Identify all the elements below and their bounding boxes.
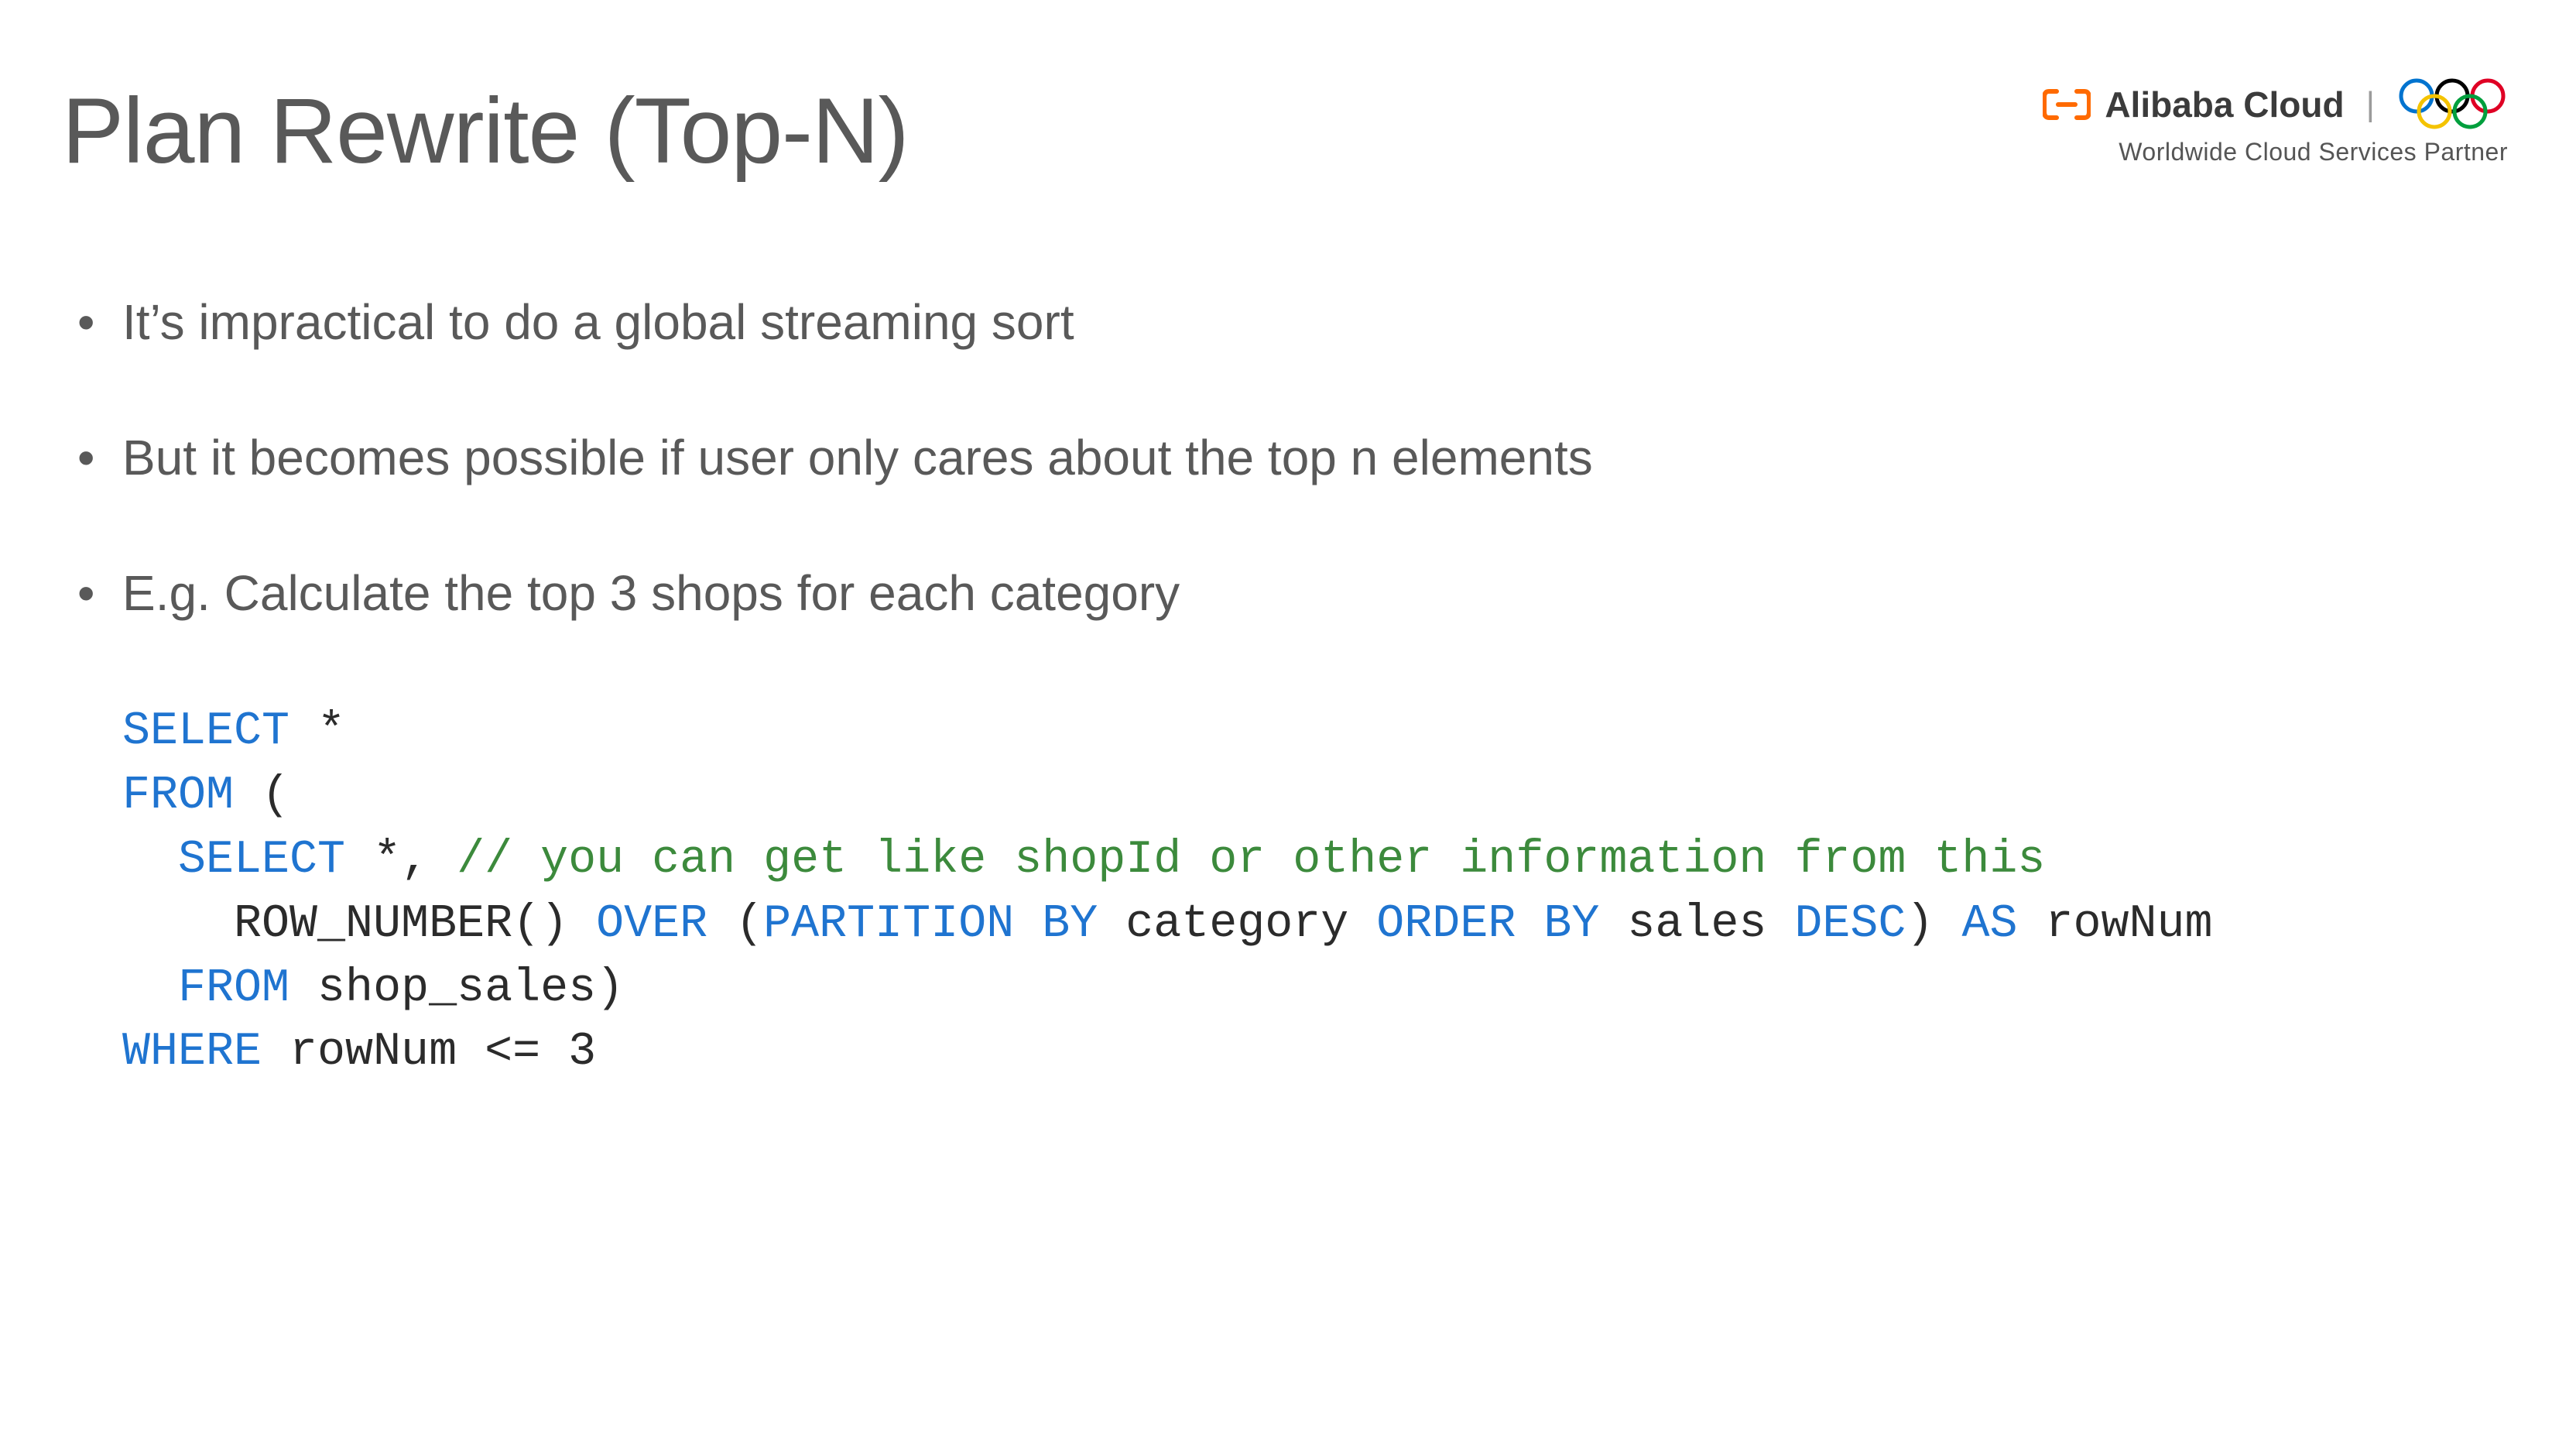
bullet-list: It’s impractical to do a global streamin… (62, 293, 2514, 622)
code-text: *, (345, 834, 457, 887)
code-text: ) (1906, 898, 1961, 951)
slide: Alibaba Cloud | Worldwide Cloud Services… (0, 0, 2576, 1437)
code-text: shop_sales) (289, 962, 624, 1015)
code-text: sales (1599, 898, 1794, 951)
code-keyword: ORDER BY (1376, 898, 1599, 951)
code-keyword: OVER (596, 898, 707, 951)
brand-logo: Alibaba Cloud | (2043, 77, 2508, 132)
code-text: ( (234, 770, 289, 822)
code-keyword: WHERE (122, 1026, 262, 1079)
brand-separator: | (2366, 85, 2375, 124)
code-text (122, 834, 178, 887)
code-text: rowNum <= 3 (262, 1026, 596, 1079)
brand-tagline: Worldwide Cloud Services Partner (2119, 138, 2508, 166)
code-text: rowNum (2017, 898, 2212, 951)
code-text: ROW_NUMBER() (122, 898, 596, 951)
code-text: category (1098, 898, 1376, 951)
code-keyword: FROM (178, 962, 289, 1015)
code-text: * (289, 705, 345, 758)
bullet-item: E.g. Calculate the top 3 shops for each … (62, 564, 2514, 623)
bullet-item: But it becomes possible if user only car… (62, 428, 2514, 488)
brand-name: Alibaba Cloud (2105, 84, 2344, 125)
sql-code-block: SELECT * FROM ( SELECT *, // you can get… (122, 700, 2514, 1085)
code-comment: // you can get like shopId or other info… (457, 834, 2045, 887)
code-keyword: DESC (1794, 898, 1906, 951)
code-keyword: SELECT (122, 705, 289, 758)
code-text (122, 962, 178, 1015)
olympic-rings-icon (2396, 77, 2508, 132)
alibaba-bracket-icon (2043, 87, 2091, 122)
code-keyword: PARTITION BY (763, 898, 1098, 951)
code-keyword: FROM (122, 770, 234, 822)
code-text: ( (707, 898, 763, 951)
code-keyword: SELECT (178, 834, 345, 887)
brand-main: Alibaba Cloud (2043, 84, 2344, 125)
bullet-item: It’s impractical to do a global streamin… (62, 293, 2514, 352)
code-keyword: AS (1961, 898, 2017, 951)
